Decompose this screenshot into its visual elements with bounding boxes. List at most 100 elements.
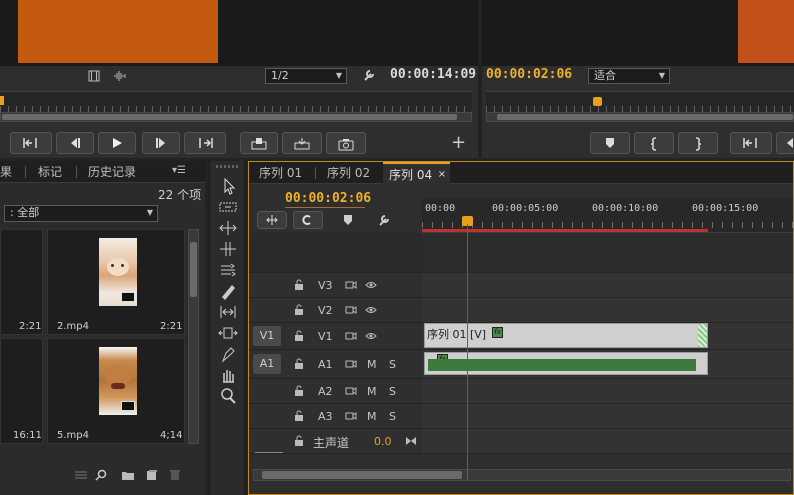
zoom-dropdown[interactable]: 1/2 ▼ [265,68,347,84]
clip-thumbnail-2mp4[interactable]: 2.mp4 2:21 [47,229,185,335]
overwrite-button[interactable] [282,132,322,154]
filter-dropdown[interactable]: : 全部 ▼ [4,205,158,222]
add-marker-button[interactable] [590,132,630,154]
track-lane-a1[interactable]: fx [422,350,793,379]
insert-button[interactable] [240,132,278,154]
master-volume-value[interactable]: 0.0 [374,435,392,448]
work-area-bar[interactable] [422,229,708,232]
fit-dropdown[interactable]: 适合 ▼ [588,68,670,84]
source-timecode[interactable]: 00:00:14:09 [390,67,476,82]
solo-button[interactable]: S [389,410,396,423]
clip-end-handle[interactable] [698,324,707,347]
sync-lock-icon[interactable] [345,280,357,293]
project-scrollbar[interactable] [188,229,199,444]
go-to-in-button[interactable] [730,132,772,154]
timeline-scrollbar[interactable] [253,469,791,481]
selection-tool-icon[interactable] [217,177,239,195]
panel-menu-icon[interactable]: ▾☰ [172,165,186,176]
track-lane-master[interactable] [422,429,793,454]
sync-lock-icon[interactable] [345,331,357,344]
track-height-slider[interactable] [255,452,283,453]
program-time-ruler[interactable] [486,91,794,113]
lock-icon[interactable] [294,435,304,450]
film-strip-icon[interactable] [88,70,100,85]
timeline-settings-wrench-icon[interactable] [377,213,391,230]
slip-tool-icon[interactable] [217,303,239,321]
new-item-icon[interactable] [146,469,158,484]
source-patch-v1[interactable]: V1 [253,326,281,346]
program-scrollbar[interactable] [486,112,794,122]
sync-lock-icon[interactable] [345,386,357,399]
tab-history[interactable]: 历史记录 [82,161,142,183]
tab-effects[interactable]: 果 [0,161,18,183]
tab-sequence-04[interactable]: 序列 04 × [383,162,451,186]
lock-icon[interactable] [294,304,304,319]
add-button-icon[interactable]: + [451,134,466,152]
eye-icon[interactable] [365,305,377,318]
scroll-thumb[interactable] [2,114,457,120]
play-button[interactable] [98,132,136,154]
clip-thumbnail-5mp4[interactable]: 5.mp4 4;14 [47,338,185,444]
lock-icon[interactable] [294,358,304,373]
step-back-button[interactable] [56,132,94,154]
ripple-edit-tool-icon[interactable] [217,219,239,237]
step-forward-button[interactable] [142,132,180,154]
pen-tool-icon[interactable] [217,345,239,363]
razor-tool-icon[interactable] [217,282,239,300]
clip-thumbnail[interactable]: 16:11 [0,338,43,444]
trash-icon[interactable] [169,469,181,484]
add-marker-icon[interactable] [343,214,353,229]
eye-icon[interactable] [365,331,377,344]
sync-lock-icon[interactable] [345,359,357,372]
slide-tool-icon[interactable] [217,324,239,342]
mute-button[interactable]: M [367,385,377,398]
snap-button[interactable] [257,211,287,229]
automate-to-sequence-icon[interactable] [74,470,88,483]
mute-button[interactable]: M [367,410,377,423]
program-timecode[interactable]: 00:00:02:06 [486,67,572,82]
wrench-icon[interactable] [362,68,376,85]
step-back-button[interactable] [776,132,794,154]
linked-selection-button[interactable] [293,211,323,229]
sync-lock-icon[interactable] [345,305,357,318]
go-to-in-button[interactable] [10,132,52,154]
solo-button[interactable]: S [389,358,396,371]
lock-icon[interactable] [294,385,304,400]
scroll-thumb[interactable] [190,242,197,297]
scroll-thumb[interactable] [262,471,462,479]
sync-lock-icon[interactable] [345,411,357,424]
search-icon[interactable] [95,469,107,484]
tab-sequence-02[interactable]: 序列 02 [321,162,376,184]
zoom-tool-icon[interactable] [217,387,239,405]
track-lane-v2[interactable] [422,298,793,323]
track-lane-v3[interactable] [422,273,793,298]
mark-out-button[interactable] [678,132,718,154]
export-frame-button[interactable] [326,132,366,154]
source-patch-a1[interactable]: A1 [253,354,281,374]
new-bin-folder-icon[interactable] [121,469,135,484]
tab-sequence-01[interactable]: 序列 01 [253,162,308,184]
rolling-edit-tool-icon[interactable] [217,240,239,258]
solo-button[interactable]: S [389,385,396,398]
eye-icon[interactable] [365,280,377,293]
track-lane-v1[interactable]: 序列 01 [V] fx [422,323,793,350]
go-to-out-button[interactable] [184,132,226,154]
audio-waveform-icon[interactable] [113,70,127,85]
mute-button[interactable]: M [367,358,377,371]
close-icon[interactable]: × [438,164,446,186]
program-playhead[interactable] [593,97,602,106]
lock-icon[interactable] [294,410,304,425]
mark-in-button[interactable] [634,132,674,154]
track-lane-a2[interactable] [422,379,793,404]
source-time-ruler[interactable] [0,91,472,113]
lock-icon[interactable] [294,279,304,294]
source-playhead[interactable] [0,96,4,105]
source-scrollbar[interactable] [0,112,472,122]
track-select-tool-icon[interactable] [217,198,239,216]
scroll-thumb[interactable] [497,114,793,120]
go-to-next-edit-icon[interactable] [405,436,417,449]
timeline-timecode[interactable]: 00:00:02:06 [285,191,371,206]
clip-thumbnail[interactable]: 2:21 [0,229,43,335]
tab-markers[interactable]: 标记 [32,161,68,183]
track-lane-a3[interactable] [422,404,793,429]
